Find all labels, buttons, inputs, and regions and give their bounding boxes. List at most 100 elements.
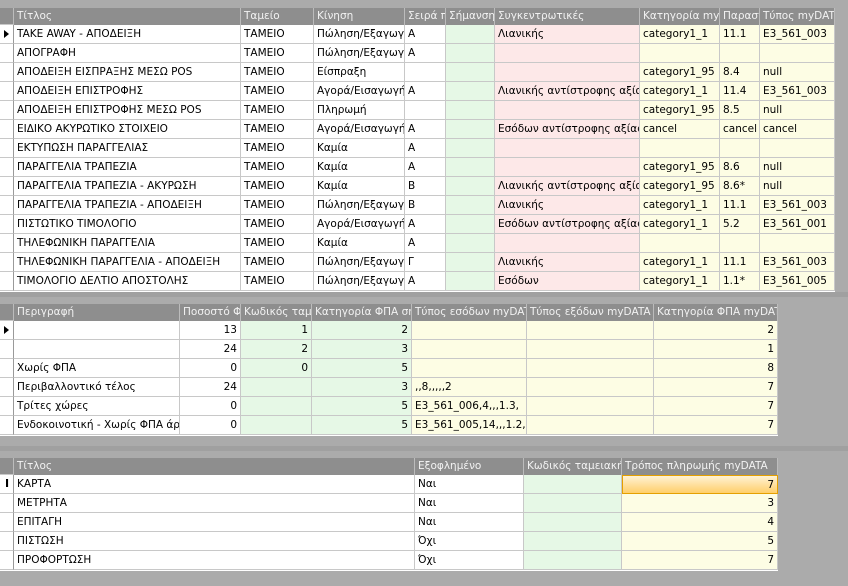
table-cell[interactable]: 13 (180, 321, 241, 340)
table-cell[interactable]: ΤΑΜΕΙΟ (241, 44, 314, 63)
row-indicator[interactable] (0, 397, 14, 416)
table-cell[interactable]: Πώληση/Εξαγωγή (314, 44, 405, 63)
table-cell[interactable]: 0 (180, 397, 241, 416)
table-cell[interactable] (446, 139, 495, 158)
table-cell[interactable]: Είσπραξη (314, 63, 405, 82)
table-cell[interactable]: 5 (312, 359, 412, 378)
table-cell[interactable]: 7 (622, 475, 778, 494)
table-cell[interactable] (405, 101, 446, 120)
row-indicator[interactable] (0, 272, 14, 291)
table-cell[interactable] (14, 340, 180, 359)
table-cell[interactable] (495, 234, 640, 253)
table-cell[interactable] (760, 44, 835, 63)
table-cell[interactable] (495, 44, 640, 63)
table-cell[interactable] (495, 101, 640, 120)
table-cell[interactable]: Καμία (314, 234, 405, 253)
table-cell[interactable]: 7 (622, 551, 778, 570)
table-cell[interactable]: ΑΠΟΔΕΙΞΗ ΕΙΣΠΡΑΞΗΣ ΜΕΣΩ POS (14, 63, 241, 82)
table-cell[interactable]: cancel (640, 120, 720, 139)
table-cell[interactable]: Λιανικής (495, 196, 640, 215)
table-cell[interactable]: 11.1 (720, 253, 760, 272)
table-cell[interactable] (446, 234, 495, 253)
table-cell[interactable] (720, 139, 760, 158)
table-cell[interactable]: ΠΡΟΦΟΡΤΩΣΗ (14, 551, 415, 570)
splitter-2[interactable] (0, 446, 848, 451)
table-cell[interactable]: 3 (312, 378, 412, 397)
table-cell[interactable] (412, 321, 527, 340)
table-cell[interactable]: 5.2 (720, 215, 760, 234)
table-cell[interactable]: 11.1 (720, 25, 760, 44)
table-cell[interactable] (241, 378, 312, 397)
table-cell[interactable]: 7 (654, 378, 778, 397)
table-cell[interactable] (527, 321, 654, 340)
table-cell[interactable]: ΤΑΜΕΙΟ (241, 196, 314, 215)
table-cell[interactable]: 2 (654, 321, 778, 340)
table-cell[interactable]: 1 (654, 340, 778, 359)
table-cell[interactable]: Χωρίς ΦΠΑ (14, 359, 180, 378)
table-cell[interactable] (527, 340, 654, 359)
table-cell[interactable]: null (760, 101, 835, 120)
table-cell[interactable]: ΕΙΔΙΚΟ ΑΚΥΡΩΤΙΚΟ ΣΤΟΙΧΕΙΟ (14, 120, 241, 139)
row-indicator[interactable] (0, 25, 14, 44)
table-cell[interactable]: ΠΙΣΤΩΣΗ (14, 532, 415, 551)
table-cell[interactable]: E3_561_003 (760, 196, 835, 215)
column-header[interactable]: Τύπος myDATA (760, 8, 835, 25)
table-cell[interactable] (640, 44, 720, 63)
table-cell[interactable]: ΤΑΜΕΙΟ (241, 253, 314, 272)
table-cell[interactable] (405, 63, 446, 82)
table-cell[interactable]: 1.1* (720, 272, 760, 291)
table-cell[interactable]: category1_1 (640, 253, 720, 272)
table-cell[interactable]: TAKE AWAY - ΑΠΟΔΕΙΞΗ (14, 25, 241, 44)
table-cell[interactable]: ΤΑΜΕΙΟ (241, 234, 314, 253)
table-cell[interactable] (446, 215, 495, 234)
table-cell[interactable]: cancel (760, 120, 835, 139)
row-indicator[interactable] (0, 234, 14, 253)
table-cell[interactable]: ΤΑΜΕΙΟ (241, 82, 314, 101)
table-cell[interactable] (720, 44, 760, 63)
column-header[interactable]: Ποσοστό ΦΠΑ (180, 304, 241, 321)
table-cell[interactable]: ΚΑΡΤΑ (14, 475, 415, 494)
table-cell[interactable]: ΤΑΜΕΙΟ (241, 272, 314, 291)
table-cell[interactable]: 3 (312, 340, 412, 359)
row-indicator[interactable] (0, 196, 14, 215)
table-cell[interactable]: 0 (180, 416, 241, 435)
table-cell[interactable] (446, 158, 495, 177)
table-cell[interactable] (495, 139, 640, 158)
table-cell[interactable]: ΠΙΣΤΩΤΙΚΟ ΤΙΜΟΛΟΓΙΟ (14, 215, 241, 234)
table-cell[interactable]: ΜΕΤΡΗΤΑ (14, 494, 415, 513)
table-cell[interactable]: Α (405, 82, 446, 101)
row-indicator[interactable] (0, 416, 14, 435)
table-cell[interactable] (446, 272, 495, 291)
table-cell[interactable] (446, 120, 495, 139)
table-cell[interactable]: 24 (180, 340, 241, 359)
table-cell[interactable] (446, 25, 495, 44)
table-cell[interactable] (495, 63, 640, 82)
column-header[interactable]: Ταμείο (241, 8, 314, 25)
table-cell[interactable]: 4 (622, 513, 778, 532)
table-cell[interactable] (446, 44, 495, 63)
table-cell[interactable] (446, 82, 495, 101)
row-indicator[interactable] (0, 158, 14, 177)
table-cell[interactable]: Πώληση/Εξαγωγή (314, 272, 405, 291)
table-cell[interactable]: ,,8,,,,,2 (412, 378, 527, 397)
table-cell[interactable]: Α (405, 272, 446, 291)
table-cell[interactable]: 0 (180, 359, 241, 378)
table-cell[interactable]: Αγορά/Εισαγωγή (314, 215, 405, 234)
table-cell[interactable]: cancel (720, 120, 760, 139)
table-cell[interactable]: ΤΑΜΕΙΟ (241, 25, 314, 44)
table-cell[interactable]: ΕΚΤΥΠΩΣΗ ΠΑΡΑΓΓΕΛΙΑΣ (14, 139, 241, 158)
row-indicator[interactable] (0, 82, 14, 101)
column-header[interactable]: Κατηγορία ΦΠΑ σήμανσης (312, 304, 412, 321)
table-cell[interactable]: Καμία (314, 177, 405, 196)
column-header[interactable]: Σειρά π (405, 8, 446, 25)
column-header[interactable]: Κωδικός ταμειακής (524, 458, 622, 475)
column-header[interactable]: Κωδικός ταμειακής (241, 304, 312, 321)
table-cell[interactable]: Λιανικής αντίστροφης αξίας (495, 82, 640, 101)
column-header[interactable]: Κίνηση (314, 8, 405, 25)
table-cell[interactable]: E3_561_003 (760, 25, 835, 44)
table-cell[interactable]: Α (405, 215, 446, 234)
table-cell[interactable]: 5 (622, 532, 778, 551)
row-indicator[interactable] (0, 139, 14, 158)
table-cell[interactable] (720, 234, 760, 253)
table-cell[interactable]: E3_561_005 (760, 272, 835, 291)
